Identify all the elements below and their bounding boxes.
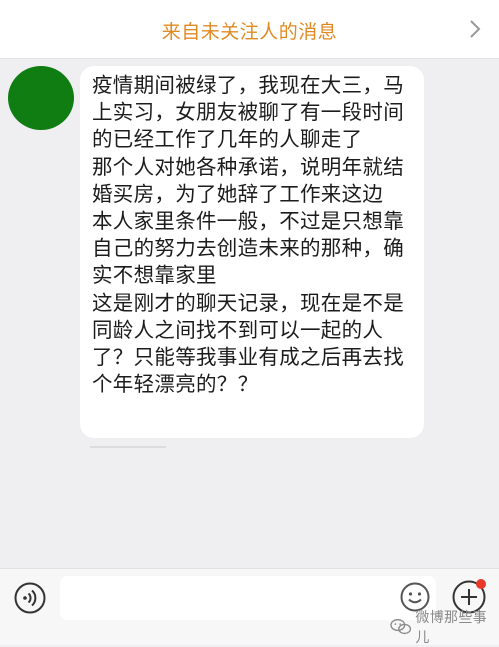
chevron-right-icon[interactable]: [465, 17, 485, 41]
message-line: 同龄人之间找不到可以一起的人: [92, 317, 384, 342]
watermark-text: 微博那些事儿: [415, 610, 487, 646]
watermark: 微博那些事儿: [390, 610, 499, 646]
message-line: 婚买房，为了她辞了工作来这边: [92, 181, 384, 206]
message-line: 了？只能等我事业有成之后再去找: [92, 345, 404, 370]
message-line: 那个人对她各种承诺，说明年就结: [92, 154, 404, 179]
message-line: 上实习，女朋友被聊了有一段时间: [92, 100, 404, 125]
message-line: 实不想靠家里: [92, 263, 217, 288]
voice-icon[interactable]: [14, 582, 46, 614]
message-input[interactable]: [60, 576, 436, 620]
message-line: 本人家里条件一般，不过是只想靠: [92, 209, 404, 234]
message-line: 自己的努力去创造未来的那种，确: [92, 236, 404, 261]
wechat-icon: [390, 619, 412, 635]
divider: [90, 446, 166, 448]
message-line: 个年轻漂亮的？？: [92, 372, 259, 397]
notification-dot: [476, 579, 486, 589]
chat-header: 来自未关注人的消息: [0, 0, 499, 59]
sender-avatar[interactable]: [8, 66, 74, 130]
message-line: 疫情期间被绿了，我现在大三，马: [92, 73, 404, 97]
message-line: 这是刚才的聊天记录，现在是不是: [92, 290, 404, 315]
chat-title: 来自未关注人的消息: [161, 21, 338, 43]
message-line: 的已经工作了几年的人聊走了: [92, 127, 363, 152]
message-bubble: 疫情期间被绿了，我现在大三，马 上实习，女朋友被聊了有一段时间 的已经工作了几年…: [80, 66, 424, 438]
